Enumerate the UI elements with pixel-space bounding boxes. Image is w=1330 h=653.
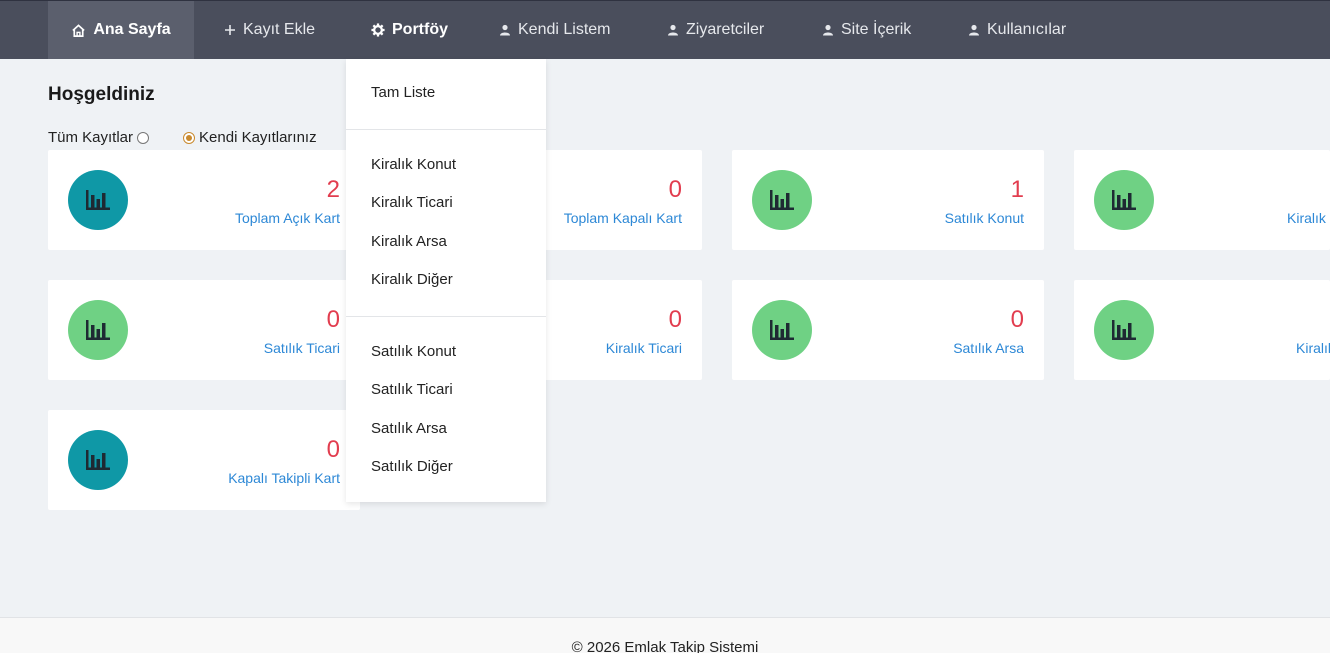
plus-icon bbox=[225, 25, 235, 35]
stat-value: 1 bbox=[1010, 176, 1024, 203]
stat-value: 2 bbox=[326, 176, 340, 203]
filter-all-label: Tüm Kayıtlar bbox=[48, 129, 134, 146]
stat-link[interactable]: Toplam Açık Kart bbox=[235, 210, 340, 226]
menu-divider bbox=[346, 129, 546, 130]
nav-item-ziyaretciler[interactable]: Ziyaretciler bbox=[667, 1, 764, 59]
chart-icon-badge bbox=[752, 300, 812, 360]
stat-card-kapali-takipli-kart: 0 Kapalı Takipli Kart bbox=[48, 410, 360, 510]
stat-card-kiralik-partial: Kiralık bbox=[1074, 150, 1330, 250]
top-navbar: Ana Sayfa Kayıt Ekle Portföy Kendi Liste… bbox=[0, 0, 1330, 59]
menu-item-kiralik-arsa[interactable]: Kiralık Arsa bbox=[371, 233, 447, 250]
menu-item-tam-liste[interactable]: Tam Liste bbox=[371, 84, 435, 101]
chart-icon-badge bbox=[1094, 170, 1154, 230]
menu-divider bbox=[346, 316, 546, 317]
chart-icon-badge bbox=[68, 430, 128, 490]
stat-link[interactable]: Kiralık bbox=[1287, 210, 1326, 226]
menu-item-satilik-konut[interactable]: Satılık Konut bbox=[371, 343, 456, 360]
stat-value: 0 bbox=[326, 436, 340, 463]
stat-card-satilik-arsa: 0 Satılık Arsa bbox=[732, 280, 1044, 380]
bar-chart-icon bbox=[770, 320, 794, 340]
page-title: Hoşgeldiniz bbox=[48, 84, 155, 105]
chart-icon-badge bbox=[752, 170, 812, 230]
user-icon bbox=[969, 24, 979, 36]
user-icon bbox=[500, 24, 510, 36]
nav-label: Kayıt Ekle bbox=[243, 21, 316, 38]
user-icon bbox=[668, 24, 678, 36]
menu-item-satilik-diger[interactable]: Satılık Diğer bbox=[371, 458, 453, 475]
stat-link[interactable]: Kapalı Takipli Kart bbox=[228, 470, 340, 486]
stat-link[interactable]: Kiralık Ticari bbox=[606, 340, 682, 356]
gear-icon bbox=[371, 23, 385, 37]
stat-card-satilik-konut: 1 Satılık Konut bbox=[732, 150, 1044, 250]
nav-label: Portföy bbox=[392, 21, 448, 38]
filter-own-label: Kendi Kayıtlarınız bbox=[199, 129, 317, 146]
bar-chart-icon bbox=[1112, 320, 1136, 340]
nav-item-portfoy[interactable]: Portföy bbox=[371, 1, 448, 59]
nav-item-kullanicilar[interactable]: Kullanıcılar bbox=[968, 1, 1066, 59]
bar-chart-icon bbox=[86, 320, 110, 340]
stat-value: 0 bbox=[668, 176, 682, 203]
user-icon bbox=[823, 24, 833, 36]
chart-icon-badge bbox=[68, 170, 128, 230]
stat-value: 0 bbox=[326, 306, 340, 333]
nav-item-ana-sayfa[interactable]: Ana Sayfa bbox=[48, 1, 194, 59]
chart-icon-badge bbox=[68, 300, 128, 360]
footer-copyright: © 2026 Emlak Takip Sistemi bbox=[571, 639, 759, 653]
nav-label: Ana Sayfa bbox=[93, 21, 171, 38]
nav-item-kayit-ekle[interactable]: Kayıt Ekle bbox=[224, 1, 315, 59]
stat-card-kiralik-partial-2: Kiralık bbox=[1074, 280, 1330, 380]
nav-label: Kullanıcılar bbox=[987, 21, 1067, 38]
nav-item-site-icerik[interactable]: Site İçerik bbox=[822, 1, 911, 59]
bar-chart-icon bbox=[86, 450, 110, 470]
stat-link[interactable]: Satılık Ticari bbox=[264, 340, 340, 356]
home-icon bbox=[72, 23, 86, 37]
stat-card-toplam-acik-kart: 2 Toplam Açık Kart bbox=[48, 150, 360, 250]
bar-chart-icon bbox=[1112, 190, 1136, 210]
stat-link[interactable]: Kiralık bbox=[1296, 340, 1330, 356]
record-filter: Tüm Kayıtlar Kendi Kayıtlarınız bbox=[48, 129, 317, 146]
menu-item-satilik-arsa[interactable]: Satılık Arsa bbox=[371, 420, 447, 437]
chart-icon-badge bbox=[1094, 300, 1154, 360]
menu-item-satilik-ticari[interactable]: Satılık Ticari bbox=[371, 381, 453, 398]
stat-card-satilik-ticari: 0 Satılık Ticari bbox=[48, 280, 360, 380]
stat-value: 0 bbox=[668, 306, 682, 333]
filter-own-radio[interactable] bbox=[183, 131, 196, 144]
bar-chart-icon bbox=[86, 190, 110, 210]
stat-value: 0 bbox=[1010, 306, 1024, 333]
nav-label: Site İçerik bbox=[841, 21, 912, 38]
portfoy-dropdown-menu: Tam Liste Kiralık Konut Kiralık Ticari K… bbox=[346, 59, 546, 502]
menu-item-kiralik-diger[interactable]: Kiralık Diğer bbox=[371, 271, 453, 288]
stat-link[interactable]: Toplam Kapalı Kart bbox=[564, 210, 682, 226]
filter-all-radio[interactable] bbox=[137, 131, 150, 144]
nav-label: Kendi Listem bbox=[518, 21, 611, 38]
stat-link[interactable]: Satılık Konut bbox=[945, 210, 1024, 226]
nav-label: Ziyaretciler bbox=[686, 21, 765, 38]
menu-item-kiralik-konut[interactable]: Kiralık Konut bbox=[371, 156, 456, 173]
stat-link[interactable]: Satılık Arsa bbox=[953, 340, 1024, 356]
bar-chart-icon bbox=[770, 190, 794, 210]
nav-item-kendi-listem[interactable]: Kendi Listem bbox=[499, 1, 611, 59]
menu-item-kiralik-ticari[interactable]: Kiralık Ticari bbox=[371, 194, 453, 211]
